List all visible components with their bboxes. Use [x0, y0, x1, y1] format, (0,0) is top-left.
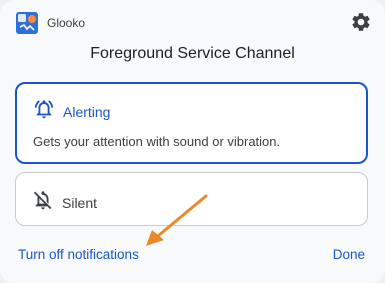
gear-icon[interactable]: [350, 11, 372, 33]
bell-off-icon: [32, 189, 54, 216]
option-label-silent: Silent: [62, 194, 98, 211]
notification-channel-dialog: Glooko Foreground Service Channel Alerti…: [0, 0, 385, 283]
option-silent[interactable]: Silent: [15, 172, 368, 226]
bell-icon: [33, 98, 55, 125]
glooko-app-icon: [16, 12, 38, 34]
option-label-alerting: Alerting: [63, 103, 111, 120]
app-header: Glooko: [16, 11, 85, 35]
option-alerting[interactable]: Alerting Gets your attention with sound …: [15, 82, 368, 164]
option-description-alerting: Gets your attention with sound or vibrat…: [33, 134, 281, 149]
turn-off-notifications-button[interactable]: Turn off notifications: [18, 247, 139, 262]
app-name: Glooko: [47, 16, 86, 30]
done-button[interactable]: Done: [333, 247, 365, 262]
dialog-title: Foreground Service Channel: [90, 45, 295, 62]
